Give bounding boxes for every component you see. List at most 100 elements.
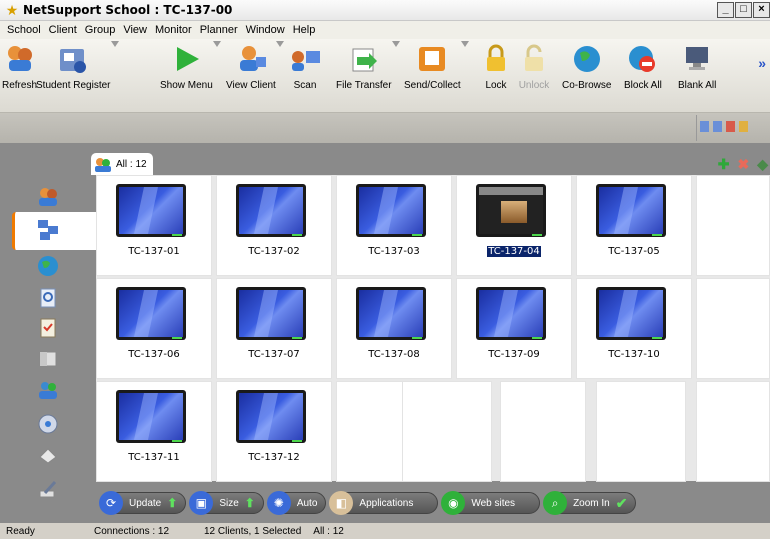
students-icon	[39, 188, 57, 206]
send-collect-dropdown-icon[interactable]	[460, 41, 469, 47]
file-box-icon	[39, 351, 57, 367]
zoom-in-button[interactable]: ⌕ Zoom In ✔	[543, 491, 637, 515]
client-tile[interactable]: TC-137-08	[336, 278, 452, 379]
client-tile[interactable]: TC-137-07	[216, 278, 332, 379]
minimize-button[interactable]: _	[717, 2, 734, 18]
maximize-button[interactable]: □	[735, 2, 752, 18]
pause-icon[interactable]	[700, 121, 709, 132]
stop-icon[interactable]	[726, 121, 735, 132]
nav-media[interactable]	[36, 412, 60, 436]
nav-web[interactable]	[36, 254, 60, 278]
monitor-icon	[476, 287, 546, 340]
file-transfer-button[interactable]: File Transfer	[336, 41, 400, 99]
client-tile[interactable]: TC-137-03	[336, 175, 452, 276]
nav-settings[interactable]	[36, 478, 60, 502]
file-transfer-dropdown-icon[interactable]	[391, 41, 400, 47]
nav-client-view[interactable]	[36, 218, 60, 242]
size-up-icon: ⬆	[244, 496, 255, 510]
client-tile[interactable]: TC-137-12	[216, 381, 332, 482]
client-tile[interactable]: TC-137-06	[96, 278, 212, 379]
websites-icon: ◉	[441, 491, 466, 515]
nav-survey[interactable]	[36, 286, 60, 310]
menu-bar: School Client Group View Monitor Planner…	[0, 21, 770, 39]
nav-tests[interactable]	[36, 316, 60, 340]
client-name: TC-137-11	[128, 452, 180, 463]
close-button[interactable]: ×	[753, 2, 770, 18]
monitor-icon	[116, 184, 186, 237]
nav-files[interactable]	[36, 346, 60, 370]
check-icon: ✔	[615, 494, 628, 511]
co-browse-button[interactable]: Co-Browse	[562, 43, 611, 99]
lock-button[interactable]: Lock	[479, 43, 513, 99]
client-tile[interactable]: TC-137-10	[576, 278, 692, 379]
monitor-icon	[116, 390, 186, 443]
toolbar-overflow-icon[interactable]: »	[758, 55, 766, 71]
monitor-icon	[356, 184, 426, 237]
tab-all-group[interactable]: All : 12	[91, 153, 153, 175]
record-icon[interactable]	[739, 121, 748, 132]
ribbon-separator	[696, 115, 697, 141]
status-group: All : 12	[313, 525, 344, 537]
client-tile[interactable]: TC-137-02	[216, 175, 332, 276]
size-button[interactable]: ▣ Size ⬆	[189, 491, 264, 515]
status-bar: Ready Connections : 12 12 Clients, 1 Sel…	[0, 523, 770, 539]
client-tile[interactable]: TC-137-05	[576, 175, 692, 276]
client-tile[interactable]: TC-137-01	[96, 175, 212, 276]
checklist-icon	[40, 318, 56, 338]
auto-button[interactable]: ✺ Auto	[266, 491, 327, 515]
nav-print[interactable]	[36, 442, 60, 466]
applications-button[interactable]: ◧ Applications	[329, 491, 439, 515]
client-name: TC-137-05	[608, 246, 660, 257]
update-icon: ⟳	[99, 491, 123, 515]
student-register-button[interactable]: Student Register	[36, 41, 119, 99]
menu-planner[interactable]: Planner	[196, 24, 242, 36]
nav-groups[interactable]	[36, 378, 60, 402]
send-collect-button[interactable]: Send/Collect	[404, 41, 469, 99]
monitor-icon	[356, 287, 426, 340]
client-name: TC-137-09	[488, 349, 540, 360]
menu-view[interactable]: View	[119, 24, 151, 36]
update-button[interactable]: ⟳ Update ⬆	[99, 491, 187, 515]
view-options-bar: ⟳ Update ⬆ ▣ Size ⬆ ✺ Auto ◧ Application…	[96, 483, 770, 523]
show-menu-button[interactable]: Show Menu	[160, 41, 221, 99]
show-menu-icon	[177, 47, 200, 71]
menu-monitor[interactable]: Monitor	[151, 24, 196, 36]
view-client-dropdown-icon[interactable]	[275, 41, 284, 47]
menu-client[interactable]: Client	[45, 24, 81, 36]
playback-controls	[700, 121, 748, 132]
group-tab-label: All : 12	[116, 158, 147, 170]
student-register-dropdown-icon[interactable]	[110, 41, 119, 47]
disc-icon	[38, 414, 58, 434]
play-icon[interactable]	[713, 121, 722, 132]
refresh-button[interactable]: Refresh	[2, 43, 37, 99]
group-options-icon[interactable]: ◆	[757, 156, 768, 173]
remove-group-icon[interactable]: ✖	[737, 156, 749, 173]
nav-students[interactable]	[36, 184, 60, 208]
scan-button[interactable]: Scan	[288, 43, 322, 99]
menu-window[interactable]: Window	[242, 24, 289, 36]
blank-all-button[interactable]: Blank All	[678, 43, 716, 99]
show-menu-dropdown-icon[interactable]	[212, 41, 221, 47]
add-group-icon[interactable]: ✚	[718, 156, 730, 173]
empty-tile	[696, 175, 770, 276]
menu-help[interactable]: Help	[289, 24, 320, 36]
menu-school[interactable]: School	[3, 24, 45, 36]
window-title: NetSupport School : TC-137-00	[23, 3, 233, 17]
tab-actions: ✚ ✖ ◆	[718, 156, 768, 173]
empty-tile	[696, 278, 770, 379]
block-all-button[interactable]: Block All	[624, 43, 662, 99]
menu-group[interactable]: Group	[81, 24, 120, 36]
unlock-button[interactable]: Unlock	[517, 43, 551, 99]
pen-icon	[39, 480, 57, 498]
client-tile[interactable]: TC-137-09	[456, 278, 572, 379]
unlock-icon	[525, 44, 543, 71]
blank-all-icon	[686, 47, 709, 70]
view-client-button[interactable]: View Client	[226, 41, 284, 99]
zoom-icon: ⌕	[543, 491, 568, 515]
empty-tile	[696, 381, 770, 482]
client-tile[interactable]: TC-137-11	[96, 381, 212, 482]
eraser-icon	[39, 448, 57, 464]
client-tile-selected[interactable]: TC-137-04	[456, 175, 572, 276]
websites-button[interactable]: ◉ Web sites	[441, 491, 541, 515]
window-controls: _ □ ×	[717, 2, 770, 18]
